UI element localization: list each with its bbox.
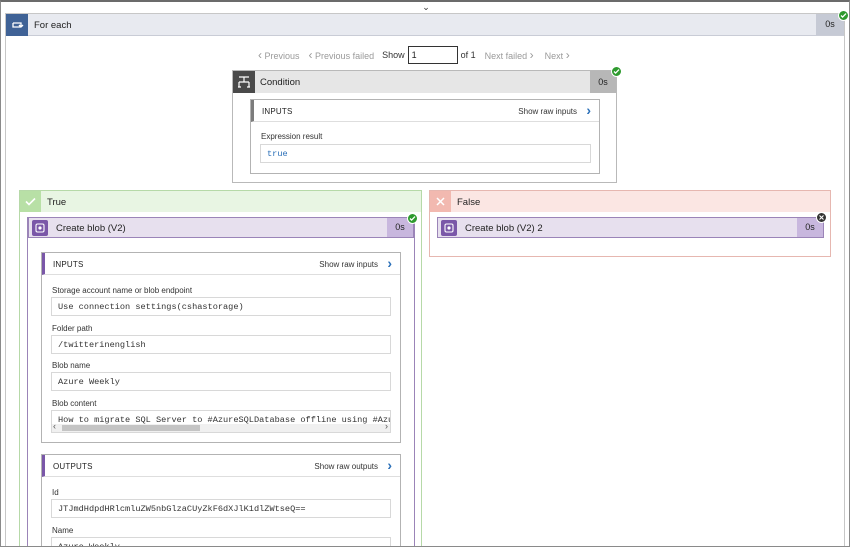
foreach-header[interactable]: For each 0s [6,14,844,36]
success-check-icon [611,66,622,77]
iteration-pager: ‹ Previous ‹ Previous failed Show of 1 N… [258,46,570,64]
false-branch-title: False [457,197,481,208]
field-label: Name [52,526,74,535]
create-blob-2-card[interactable]: Create blob (V2) 2 0s [437,217,824,238]
chevron-right-icon[interactable]: › [586,103,591,117]
expression-result-value: true [260,144,591,163]
blob-inputs-section: INPUTS Show raw inputs › Storage account… [41,252,401,443]
storage-account-value: Use connection settings(cshastorage) [51,297,391,316]
previous-button[interactable]: ‹ Previous [258,47,300,62]
iteration-input[interactable] [407,46,458,64]
field-label: Folder path [52,324,93,333]
inputs-label: INPUTS [53,260,84,269]
outputs-label: OUTPUTS [53,462,93,471]
condition-card: Condition 0s INPUTS Show raw inputs › Ex… [232,70,617,183]
horizontal-scrollbar[interactable]: ‹ › [52,421,390,432]
field-label: Blob name [52,361,91,370]
next-button[interactable]: Next › [545,47,570,62]
condition-header[interactable]: Condition 0s [233,71,616,93]
create-blob-2-header[interactable]: Create blob (V2) 2 0s [437,217,824,238]
foreach-title: For each [34,20,72,31]
scroll-left-icon[interactable]: ‹ [53,421,56,431]
inputs-header: INPUTS Show raw inputs › [251,100,599,122]
skipped-icon [816,212,827,223]
success-check-icon [838,10,849,21]
create-blob-header[interactable]: Create blob (V2) 0s [28,217,414,238]
true-branch-header[interactable]: True [20,191,421,212]
condition-title: Condition [260,77,301,88]
show-raw-inputs-link[interactable]: Show raw inputs [319,260,378,269]
create-blob-2-title: Create blob (V2) 2 [465,223,543,234]
true-branch: True Create blob (V2) 0s INPUTS Show raw… [19,190,422,546]
of-total-label: of 1 [460,50,476,60]
previous-failed-button[interactable]: ‹ Previous failed [308,47,375,62]
condition-icon [233,71,255,93]
blob-outputs-section: OUTPUTS Show raw outputs › Id JTJmdHdpdH… [41,454,401,546]
chevron-right-icon[interactable]: › [387,458,392,472]
next-failed-button[interactable]: Next failed › [485,47,534,62]
blob-name-value: Azure Weekly [51,372,391,391]
scroll-right-icon[interactable]: › [385,421,388,431]
outputs-header: OUTPUTS Show raw outputs › [42,455,400,477]
folder-path-value: /twitterinenglish [51,335,391,354]
blob-storage-icon [441,220,457,236]
inputs-header: INPUTS Show raw inputs › [42,253,400,275]
name-value: Azure Weekly [51,537,391,546]
inputs-label: INPUTS [262,107,293,116]
create-blob-title: Create blob (V2) [56,223,126,234]
chevron-down-icon[interactable]: ⌄ [420,3,432,12]
show-raw-outputs-link[interactable]: Show raw outputs [314,462,378,471]
chevron-right-icon: › [529,47,534,62]
false-branch-header[interactable]: False [430,191,830,212]
chevron-right-icon: › [565,47,570,62]
field-label: Storage account name or blob endpoint [52,286,193,295]
expression-result-label: Expression result [261,132,323,141]
false-branch: False Create blob (V2) 2 0s [429,190,831,257]
chevron-right-icon[interactable]: › [387,256,392,270]
chevron-left-icon: ‹ [308,47,313,62]
field-label: Id [52,488,59,497]
condition-inputs-section: INPUTS Show raw inputs › Expression resu… [250,99,600,174]
chevron-left-icon: ‹ [258,47,262,62]
field-label: Blob content [52,399,97,408]
show-raw-inputs-link[interactable]: Show raw inputs [518,107,577,116]
checkmark-icon [20,191,41,212]
show-label: Show [382,50,405,60]
create-blob-card: Create blob (V2) 0s INPUTS Show raw inpu… [27,217,415,546]
id-value: JTJmdHdpdHRlcmluZW5nbGlzaCUyZkF6dXJlK1dl… [51,499,391,518]
scrollbar-thumb[interactable] [62,425,200,431]
true-branch-title: True [47,197,67,208]
success-check-icon [407,213,418,224]
close-icon [430,191,451,212]
loop-icon [6,14,28,36]
run-history-canvas: ⌄ For each 0s ‹ Previous ‹ Previous fail… [0,0,850,547]
blob-storage-icon [32,220,48,236]
